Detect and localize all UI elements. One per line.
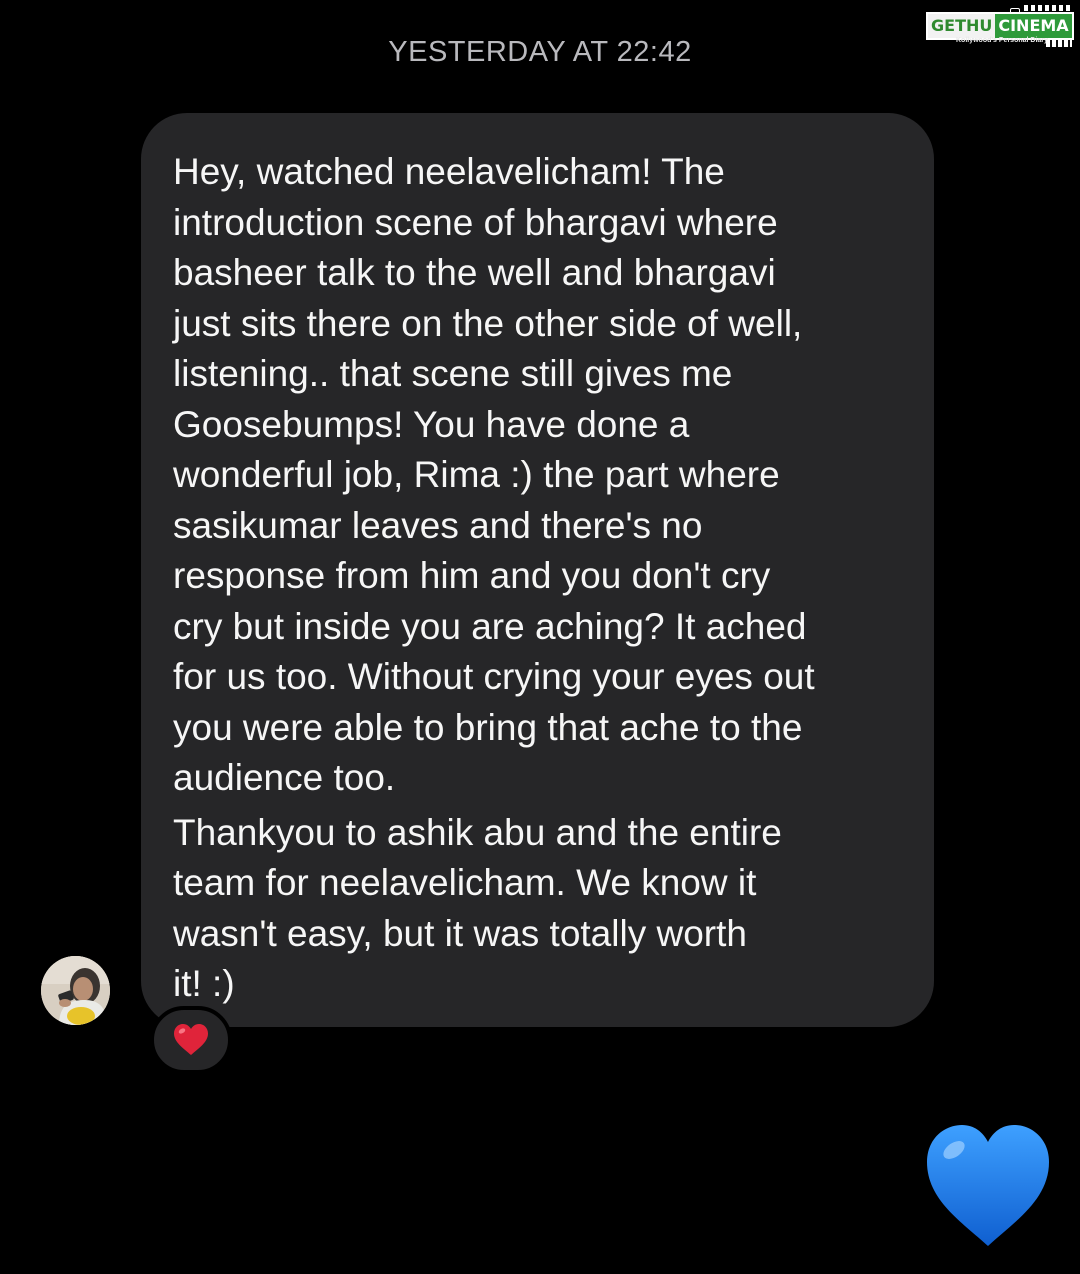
film-strip-icon [1046, 40, 1072, 47]
red-heart-icon [174, 1024, 208, 1055]
watermark-box: GETHU CINEMA [926, 12, 1074, 40]
watermark-right-text: CINEMA [995, 14, 1072, 38]
message-paragraph: Hey, watched neelavelicham! The introduc… [173, 151, 815, 798]
sent-heart-message[interactable] [924, 1122, 1052, 1250]
film-strip-icon [1024, 5, 1070, 11]
message-paragraph: Thankyou to ashik abu and the entire tea… [173, 811, 782, 1005]
watermark-left-text: GETHU [928, 14, 996, 38]
reaction-badge[interactable] [150, 1006, 232, 1074]
watermark-tagline: Kollywood's Personal Diary [956, 37, 1048, 44]
avatar-photo [41, 956, 110, 1025]
blue-heart-icon [927, 1125, 1049, 1246]
message-bubble[interactable]: Hey, watched neelavelicham! The introduc… [141, 113, 934, 1027]
avatar[interactable] [41, 956, 110, 1025]
thread-timestamp: YESTERDAY AT 22:42 [388, 36, 692, 68]
watermark-logo: GETHU CINEMA Kollywood's Personal Diary [926, 5, 1074, 48]
